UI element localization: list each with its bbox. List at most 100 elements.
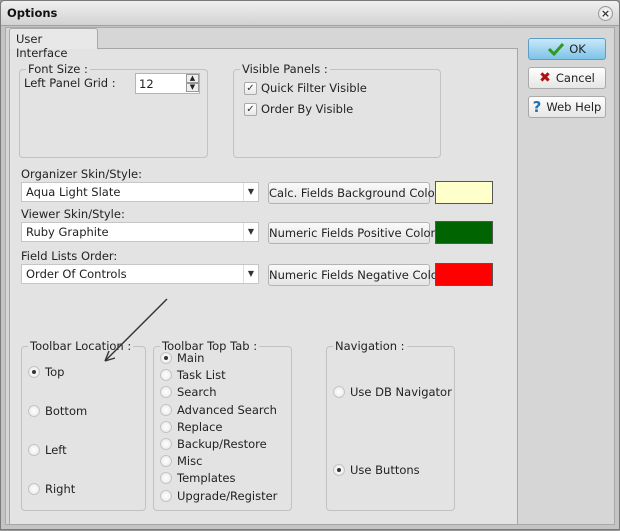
toolbar-location-legend: Toolbar Location : xyxy=(28,339,134,353)
viewer-skin-select[interactable]: Ruby Graphite ▼ xyxy=(21,222,259,242)
radio-label: Left xyxy=(45,443,67,457)
use-db-navigator-radio[interactable]: Use DB Navigator xyxy=(333,385,452,399)
numeric-negative-color-button[interactable]: Numeric Fields Negative Color xyxy=(268,264,443,286)
dialog-client: User Interface Font Size : Left Panel Gr… xyxy=(5,27,615,525)
organizer-skin-label: Organizer Skin/Style: xyxy=(21,167,142,181)
toolbar-top-tab-radio[interactable]: Upgrade/Register xyxy=(160,489,277,503)
toolbar-location-top-radio[interactable]: Top xyxy=(28,365,64,379)
tab-user-interface[interactable]: User Interface xyxy=(9,28,98,60)
title-bar: Options × xyxy=(1,1,619,26)
toolbar-top-tab-radio[interactable]: Replace xyxy=(160,420,223,434)
radio-icon xyxy=(160,403,172,416)
radio-label: Top xyxy=(45,365,65,379)
toolbar-location-group: Toolbar Location : Top Bottom Left Right xyxy=(21,339,146,511)
viewer-skin-value: Ruby Graphite xyxy=(26,225,109,239)
spin-up-button[interactable]: ▲ xyxy=(186,74,199,83)
font-size-legend: Font Size : xyxy=(26,62,90,76)
radio-label: Misc xyxy=(177,454,203,469)
radio-icon xyxy=(160,438,172,450)
organizer-skin-select[interactable]: Aqua Light Slate ▼ xyxy=(21,182,259,202)
left-panel-grid-spinner[interactable]: 12 ▲ ▼ xyxy=(135,73,200,94)
numeric-positive-color-button[interactable]: Numeric Fields Positive Color xyxy=(268,222,435,244)
radio-selected-icon xyxy=(28,366,40,378)
radio-icon xyxy=(160,420,172,433)
radio-label: Use Buttons xyxy=(350,463,420,477)
toolbar-top-tab-radio[interactable]: Advanced Search xyxy=(160,403,277,417)
quick-filter-visible-checkbox[interactable]: ✓ Quick Filter Visible xyxy=(244,81,367,95)
radio-selected-icon xyxy=(333,464,345,476)
radio-label: Templates xyxy=(177,471,236,486)
toolbar-top-tab-radio[interactable]: Misc xyxy=(160,454,202,468)
left-panel-grid-value: 12 xyxy=(139,77,154,91)
radio-label: Search xyxy=(177,385,217,400)
radio-icon xyxy=(28,444,40,456)
radio-icon xyxy=(160,369,172,382)
check-icon: ✓ xyxy=(244,81,257,95)
chevron-down-icon: ▼ xyxy=(243,265,258,283)
radio-label: Use DB Navigator xyxy=(350,385,452,399)
radio-label: Task List xyxy=(177,368,226,383)
navigation-group: Navigation : Use DB Navigator Use Button… xyxy=(326,339,455,511)
toolbar-location-left-radio[interactable]: Left xyxy=(28,443,67,457)
toolbar-top-tab-radio[interactable]: Search xyxy=(160,385,217,399)
navigation-legend: Navigation : xyxy=(333,339,407,353)
field-lists-order-label: Field Lists Order: xyxy=(21,249,118,263)
field-lists-order-select[interactable]: Order Of Controls ▼ xyxy=(21,264,259,284)
close-button[interactable]: × xyxy=(598,6,613,21)
cancel-label: Cancel xyxy=(555,71,595,85)
chevron-down-icon: ▼ xyxy=(243,223,258,241)
radio-icon xyxy=(160,386,172,399)
ok-label: OK xyxy=(569,42,586,56)
radio-icon xyxy=(160,472,172,485)
field-lists-order-value: Order Of Controls xyxy=(26,267,127,281)
radio-icon xyxy=(333,386,345,398)
checkmark-icon xyxy=(548,42,565,56)
radio-icon xyxy=(28,483,40,495)
radio-icon xyxy=(28,405,40,417)
cancel-button[interactable]: ✖ Cancel xyxy=(528,67,606,89)
chevron-down-icon: ▼ xyxy=(243,183,258,201)
check-icon: ✓ xyxy=(244,102,257,116)
visible-panels-group: Visible Panels : ✓ Quick Filter Visible … xyxy=(233,62,441,158)
font-size-group: Font Size : Left Panel Grid : 12 ▲ ▼ xyxy=(19,62,208,158)
radio-label: Backup/Restore xyxy=(177,437,267,451)
viewer-skin-label: Viewer Skin/Style: xyxy=(21,207,125,221)
visible-panels-legend: Visible Panels : xyxy=(240,62,330,76)
web-help-label: Web Help xyxy=(546,100,602,114)
toolbar-location-right-radio[interactable]: Right xyxy=(28,482,75,496)
radio-label: Advanced Search xyxy=(177,402,277,417)
toolbar-top-tab-radio[interactable]: Task List xyxy=(160,368,226,382)
close-icon: × xyxy=(600,7,611,20)
radio-label: Right xyxy=(45,482,76,496)
organizer-skin-value: Aqua Light Slate xyxy=(26,185,121,199)
tab-page-user-interface: Font Size : Left Panel Grid : 12 ▲ ▼ Vis… xyxy=(9,48,518,525)
web-help-button[interactable]: ? Web Help xyxy=(528,96,606,118)
order-by-visible-checkbox[interactable]: ✓ Order By Visible xyxy=(244,102,353,116)
calc-fields-bg-color-button[interactable]: Calc. Fields Background Color xyxy=(268,182,439,204)
radio-icon xyxy=(160,455,172,468)
radio-selected-icon xyxy=(160,352,172,364)
use-buttons-radio[interactable]: Use Buttons xyxy=(333,463,420,477)
toolbar-top-tab-group: Toolbar Top Tab : Main Task List Search Adv… xyxy=(153,339,292,511)
x-mark-icon: ✖ xyxy=(539,70,551,86)
numeric-negative-color-swatch[interactable] xyxy=(435,263,493,286)
radio-label: Upgrade/Register xyxy=(177,488,278,503)
toolbar-location-bottom-radio[interactable]: Bottom xyxy=(28,404,87,418)
radio-icon xyxy=(160,489,172,502)
ok-button[interactable]: OK xyxy=(528,38,606,60)
spin-down-button[interactable]: ▼ xyxy=(186,83,199,92)
toolbar-top-tab-radio[interactable]: Templates xyxy=(160,471,235,485)
radio-label: Bottom xyxy=(45,404,88,418)
order-by-visible-label: Order By Visible xyxy=(261,102,354,116)
calc-fields-bg-color-swatch[interactable] xyxy=(435,181,493,204)
radio-label: Replace xyxy=(177,419,223,434)
quick-filter-visible-label: Quick Filter Visible xyxy=(261,81,367,95)
toolbar-top-tab-radio[interactable]: Backup/Restore xyxy=(160,437,267,451)
options-dialog: Options × User Interface Font Size : Lef… xyxy=(0,0,620,530)
left-panel-grid-label: Left Panel Grid : xyxy=(24,76,116,90)
window-title: Options xyxy=(7,6,58,20)
radio-label: Main xyxy=(177,351,205,365)
numeric-positive-color-swatch[interactable] xyxy=(435,221,493,244)
toolbar-top-tab-radio[interactable]: Main xyxy=(160,351,204,365)
question-mark-icon: ? xyxy=(532,98,542,116)
